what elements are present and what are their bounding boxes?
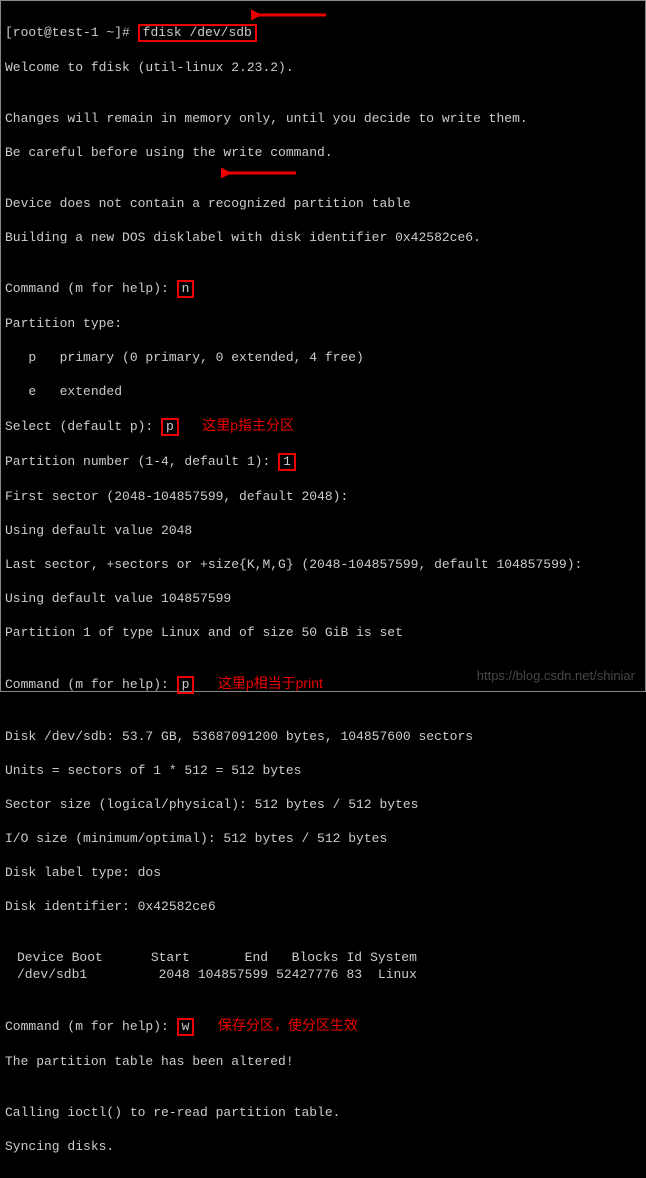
col-id: Id <box>346 949 370 966</box>
n-input[interactable]: n <box>182 281 190 296</box>
changes-line: Changes will remain in memory only, unti… <box>5 110 641 127</box>
fdisk-command[interactable]: fdisk /dev/sdb <box>143 25 252 40</box>
cell-device: /dev/sdb1 <box>5 966 111 983</box>
shell-prompt: [root@test-1 ~]# <box>5 25 130 40</box>
cell-id: 83 <box>346 966 370 983</box>
units-line: Units = sectors of 1 * 512 = 512 bytes <box>5 762 641 779</box>
select-default-prompt: Select (default p): <box>5 419 153 434</box>
table-row: /dev/sdb1 2048 104857599 52427776 83 Lin… <box>5 966 425 983</box>
p-input-2[interactable]: p <box>182 677 190 692</box>
building-line: Building a new DOS disklabel with disk i… <box>5 229 641 246</box>
e-extended-line: e extended <box>5 383 641 400</box>
p-input-1[interactable]: p <box>166 419 174 434</box>
using-default-1: Using default value 2048 <box>5 522 641 539</box>
cell-blocks: 52427776 <box>276 966 346 983</box>
cell-end: 104857599 <box>198 966 276 983</box>
terminal-output: [root@test-1 ~]# fdisk /dev/sdb Welcome … <box>1 1 645 1178</box>
p-input-box-1: p <box>161 418 179 436</box>
cell-system: Linux <box>370 966 425 983</box>
col-blocks: Blocks <box>276 949 346 966</box>
n-input-box: n <box>177 280 195 298</box>
sector-size-line: Sector size (logical/physical): 512 byte… <box>5 796 641 813</box>
partition-number-prompt: Partition number (1-4, default 1): <box>5 454 270 469</box>
cell-start: 2048 <box>111 966 198 983</box>
last-sector-line: Last sector, +sectors or +size{K,M,G} (2… <box>5 556 641 573</box>
one-input-box: 1 <box>278 453 296 471</box>
io-size-line: I/O size (minimum/optimal): 512 bytes / … <box>5 830 641 847</box>
syncing-line: Syncing disks. <box>5 1138 641 1155</box>
command-prompt-1: Command (m for help): <box>5 281 169 296</box>
command-prompt-2: Command (m for help): <box>5 677 169 692</box>
p-input-box-2: p <box>177 676 195 694</box>
altered-line: The partition table has been altered! <box>5 1053 641 1070</box>
disk-info-line: Disk /dev/sdb: 53.7 GB, 53687091200 byte… <box>5 728 641 745</box>
command-box: fdisk /dev/sdb <box>138 24 257 42</box>
command-prompt-3: Command (m for help): <box>5 1019 169 1034</box>
welcome-line: Welcome to fdisk (util-linux 2.23.2). <box>5 59 641 76</box>
one-input[interactable]: 1 <box>283 454 291 469</box>
ioctl-line: Calling ioctl() to re-read partition tab… <box>5 1104 641 1121</box>
col-start: Start <box>111 949 198 966</box>
col-end: End <box>198 949 276 966</box>
partition-table: Device Boot Start End Blocks Id System /… <box>5 949 425 983</box>
w-input-box: w <box>177 1018 195 1036</box>
partition-set-line: Partition 1 of type Linux and of size 50… <box>5 624 641 641</box>
col-device: Device Boot <box>5 949 111 966</box>
using-default-2: Using default value 104857599 <box>5 590 641 607</box>
watermark: https://blog.csdn.net/shiniar <box>477 668 635 683</box>
label-type-line: Disk label type: dos <box>5 864 641 881</box>
partition-type-line: Partition type: <box>5 315 641 332</box>
annotation-w-save: 保存分区，使分区生效 <box>218 1017 358 1033</box>
disk-id-line: Disk identifier: 0x42582ce6 <box>5 898 641 915</box>
w-input[interactable]: w <box>182 1019 190 1034</box>
table-header-row: Device Boot Start End Blocks Id System <box>5 949 425 966</box>
annotation-p-print: 这里p相当于print <box>218 675 323 691</box>
annotation-p-primary: 这里p指主分区 <box>202 417 294 433</box>
no-table-line: Device does not contain a recognized par… <box>5 195 641 212</box>
col-system: System <box>370 949 425 966</box>
first-sector-line: First sector (2048-104857599, default 20… <box>5 488 641 505</box>
p-primary-line: p primary (0 primary, 0 extended, 4 free… <box>5 349 641 366</box>
careful-line: Be careful before using the write comman… <box>5 144 641 161</box>
